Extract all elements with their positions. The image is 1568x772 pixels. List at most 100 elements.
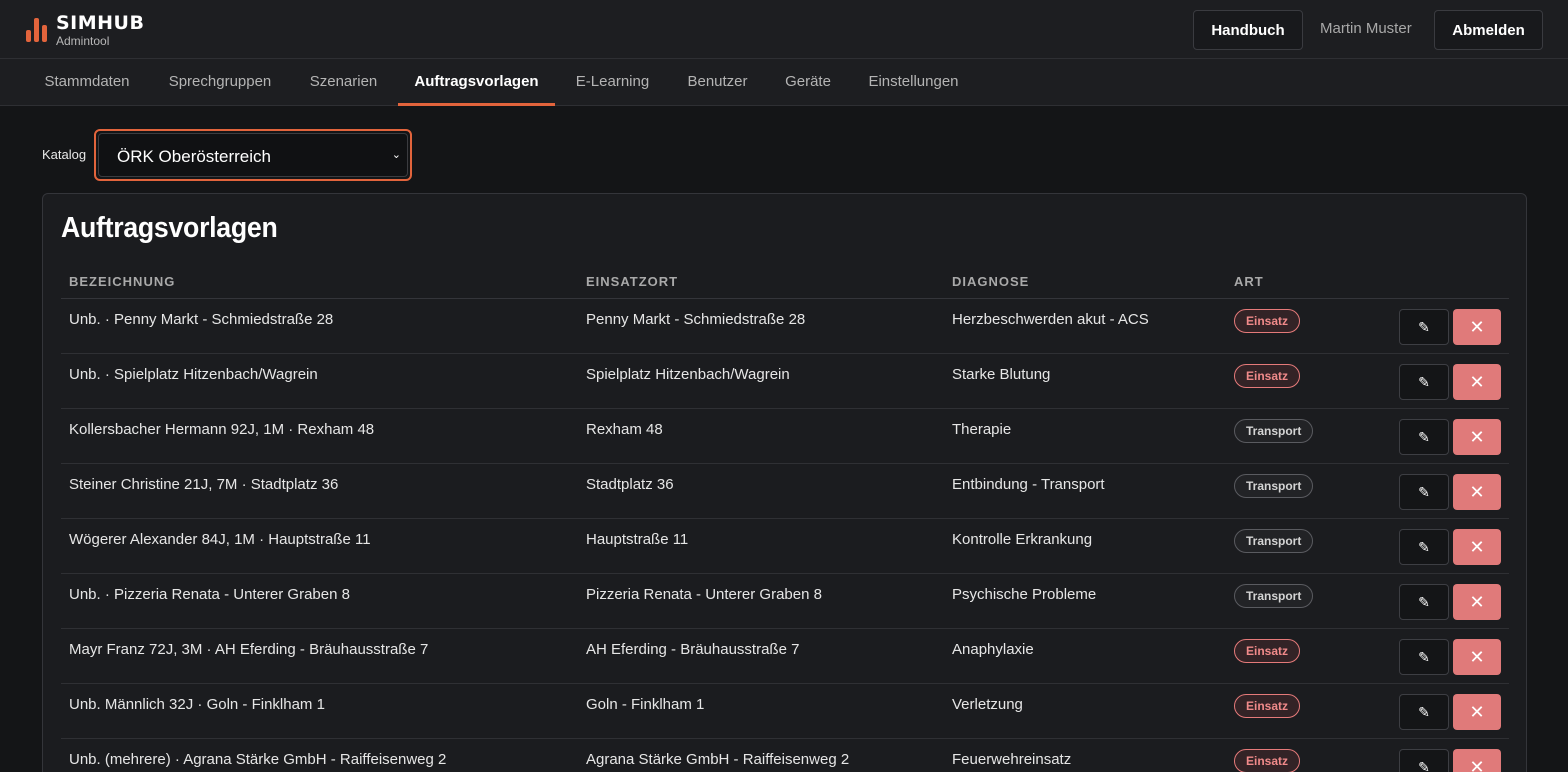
tab-szenarien[interactable]: Szenarien <box>309 59 378 105</box>
column-header-bezeichnung: BEZEICHNUNG <box>69 274 176 289</box>
column-header-diagnose: DIAGNOSE <box>952 274 1030 289</box>
cell-bezeichnung: Unb. · Spielplatz Hitzenbach/Wagrein <box>69 366 318 383</box>
user-name: Martin Muster <box>1320 20 1412 37</box>
table-row: Unb. · Spielplatz Hitzenbach/Wagrein Spie… <box>61 354 1509 409</box>
type-badge: Transport <box>1234 584 1314 608</box>
column-header-einsatzort: EINSATZORT <box>586 274 679 289</box>
cell-einsatzort: Pizzeria Renata - Unterer Graben 8 <box>586 586 822 603</box>
app-subtitle: Admintool <box>56 34 110 48</box>
table-row: Wögerer Alexander 84J, 1M · Hauptstraße … <box>61 519 1509 574</box>
edit-button[interactable]: ✎ <box>1399 694 1449 730</box>
catalog-label: Katalog <box>42 147 87 162</box>
delete-button[interactable]: ✕ <box>1453 419 1501 455</box>
catalog-select[interactable]: ÖRK Oberösterreich ⌄ <box>94 129 412 181</box>
pencil-icon: ✎ <box>1418 319 1430 335</box>
close-icon: ✕ <box>1469 372 1485 392</box>
cell-bezeichnung: Unb. (mehrere) · Agrana Stärke GmbH - Ra… <box>69 751 447 768</box>
catalog-select-box[interactable]: ÖRK Oberösterreich ⌄ <box>98 133 408 177</box>
manual-button[interactable]: Handbuch <box>1193 10 1303 50</box>
pencil-icon: ✎ <box>1418 704 1430 720</box>
pencil-icon: ✎ <box>1418 594 1430 610</box>
templates-card: Auftragsvorlagen BEZEICHNUNG EINSATZORT … <box>42 193 1527 772</box>
pencil-icon: ✎ <box>1418 374 1430 390</box>
type-badge: Transport <box>1234 529 1314 553</box>
column-header-art: ART <box>1234 274 1264 289</box>
close-icon: ✕ <box>1469 757 1485 772</box>
table-row: Steiner Christine 21J, 7M · Stadtplatz 3… <box>61 464 1509 519</box>
delete-button[interactable]: ✕ <box>1453 694 1501 730</box>
cell-einsatzort: Stadtplatz 36 <box>586 476 674 493</box>
edit-button[interactable]: ✎ <box>1399 529 1449 565</box>
edit-button[interactable]: ✎ <box>1399 474 1449 510</box>
close-icon: ✕ <box>1469 317 1485 337</box>
cell-einsatzort: AH Eferding - Bräuhausstraße 7 <box>586 641 800 658</box>
delete-button[interactable]: ✕ <box>1453 639 1501 675</box>
close-icon: ✕ <box>1469 592 1485 612</box>
close-icon: ✕ <box>1469 482 1485 502</box>
cell-bezeichnung: Unb. Männlich 32J · Goln - Finklham 1 <box>69 696 325 713</box>
cell-einsatzort: Penny Markt - Schmiedstraße 28 <box>586 311 806 328</box>
delete-button[interactable]: ✕ <box>1453 749 1501 772</box>
delete-button[interactable]: ✕ <box>1453 364 1501 400</box>
delete-button[interactable]: ✕ <box>1453 584 1501 620</box>
type-badge: Einsatz <box>1234 364 1301 388</box>
cell-einsatzort: Hauptstraße 11 <box>586 531 689 548</box>
cell-bezeichnung: Unb. · Penny Markt - Schmiedstraße 28 <box>69 311 334 328</box>
cell-diagnose: Feuerwehreinsatz <box>952 751 1072 768</box>
delete-button[interactable]: ✕ <box>1453 474 1501 510</box>
tab-auftragsvorlagen[interactable]: Auftragsvorlagen <box>398 59 555 106</box>
tab-benutzer[interactable]: Benutzer <box>686 59 749 105</box>
cell-diagnose: Psychische Probleme <box>952 586 1097 603</box>
edit-button[interactable]: ✎ <box>1399 639 1449 675</box>
pencil-icon: ✎ <box>1418 649 1430 665</box>
delete-button[interactable]: ✕ <box>1453 529 1501 565</box>
tab-einstellungen[interactable]: Einstellungen <box>867 59 960 105</box>
type-badge: Transport <box>1234 474 1314 498</box>
type-badge: Einsatz <box>1234 694 1301 718</box>
cell-diagnose: Kontrolle Erkrankung <box>952 531 1093 548</box>
table-row: Unb. · Pizzeria Renata - Unterer Graben … <box>61 574 1509 629</box>
close-icon: ✕ <box>1469 647 1485 667</box>
catalog-selected-value: ÖRK Oberösterreich <box>117 147 271 166</box>
logout-button[interactable]: Abmelden <box>1434 10 1543 50</box>
cell-bezeichnung: Unb. · Pizzeria Renata - Unterer Graben … <box>69 586 350 603</box>
top-bar: SIMHUB Admintool Handbuch Martin Muster … <box>0 0 1568 59</box>
cell-bezeichnung: Mayr Franz 72J, 3M · AH Eferding - Bräuh… <box>69 641 429 658</box>
table-row: Unb. Männlich 32J · Goln - Finklham 1 Gol… <box>61 684 1509 739</box>
edit-button[interactable]: ✎ <box>1399 419 1449 455</box>
cell-diagnose: Starke Blutung <box>952 366 1051 383</box>
page-title: Auftragsvorlagen <box>61 212 278 244</box>
cell-diagnose: Verletzung <box>952 696 1023 713</box>
app-name: SIMHUB <box>56 12 145 34</box>
logo-icon <box>26 14 47 42</box>
brand: SIMHUB Admintool <box>56 12 144 48</box>
type-badge: Einsatz <box>1234 749 1301 772</box>
cell-diagnose: Therapie <box>952 421 1012 438</box>
pencil-icon: ✎ <box>1418 759 1430 772</box>
cell-bezeichnung: Wögerer Alexander 84J, 1M · Hauptstraße … <box>69 531 371 548</box>
cell-einsatzort: Spielplatz Hitzenbach/Wagrein <box>586 366 790 383</box>
table-row: Mayr Franz 72J, 3M · AH Eferding - Bräuh… <box>61 629 1509 684</box>
table-row: Unb. (mehrere) · Agrana Stärke GmbH - Ra… <box>61 739 1509 772</box>
delete-button[interactable]: ✕ <box>1453 309 1501 345</box>
tab-geraete[interactable]: Geräte <box>784 59 832 105</box>
edit-button[interactable]: ✎ <box>1399 749 1449 772</box>
cell-einsatzort: Rexham 48 <box>586 421 663 438</box>
type-badge: Transport <box>1234 419 1314 443</box>
edit-button[interactable]: ✎ <box>1399 364 1449 400</box>
close-icon: ✕ <box>1469 702 1485 722</box>
cell-einsatzort: Goln - Finklham 1 <box>586 696 705 713</box>
tab-stammdaten[interactable]: Stammdaten <box>43 59 131 105</box>
pencil-icon: ✎ <box>1418 429 1430 445</box>
cell-bezeichnung: Kollersbacher Hermann 92J, 1M · Rexham 4… <box>69 421 375 438</box>
pencil-icon: ✎ <box>1418 539 1430 555</box>
table-row: Unb. · Penny Markt - Schmiedstraße 28 Pen… <box>61 299 1509 354</box>
edit-button[interactable]: ✎ <box>1399 584 1449 620</box>
close-icon: ✕ <box>1469 427 1485 447</box>
main-nav: Stammdaten Sprechgruppen Szenarien Auftr… <box>0 59 1568 106</box>
cell-diagnose: Anaphylaxie <box>952 641 1034 658</box>
tab-sprechgruppen[interactable]: Sprechgruppen <box>166 59 274 105</box>
tab-e-learning[interactable]: E-Learning <box>574 59 651 105</box>
edit-button[interactable]: ✎ <box>1399 309 1449 345</box>
cell-einsatzort: Agrana Stärke GmbH - Raiffeisenweg 2 <box>586 751 850 768</box>
